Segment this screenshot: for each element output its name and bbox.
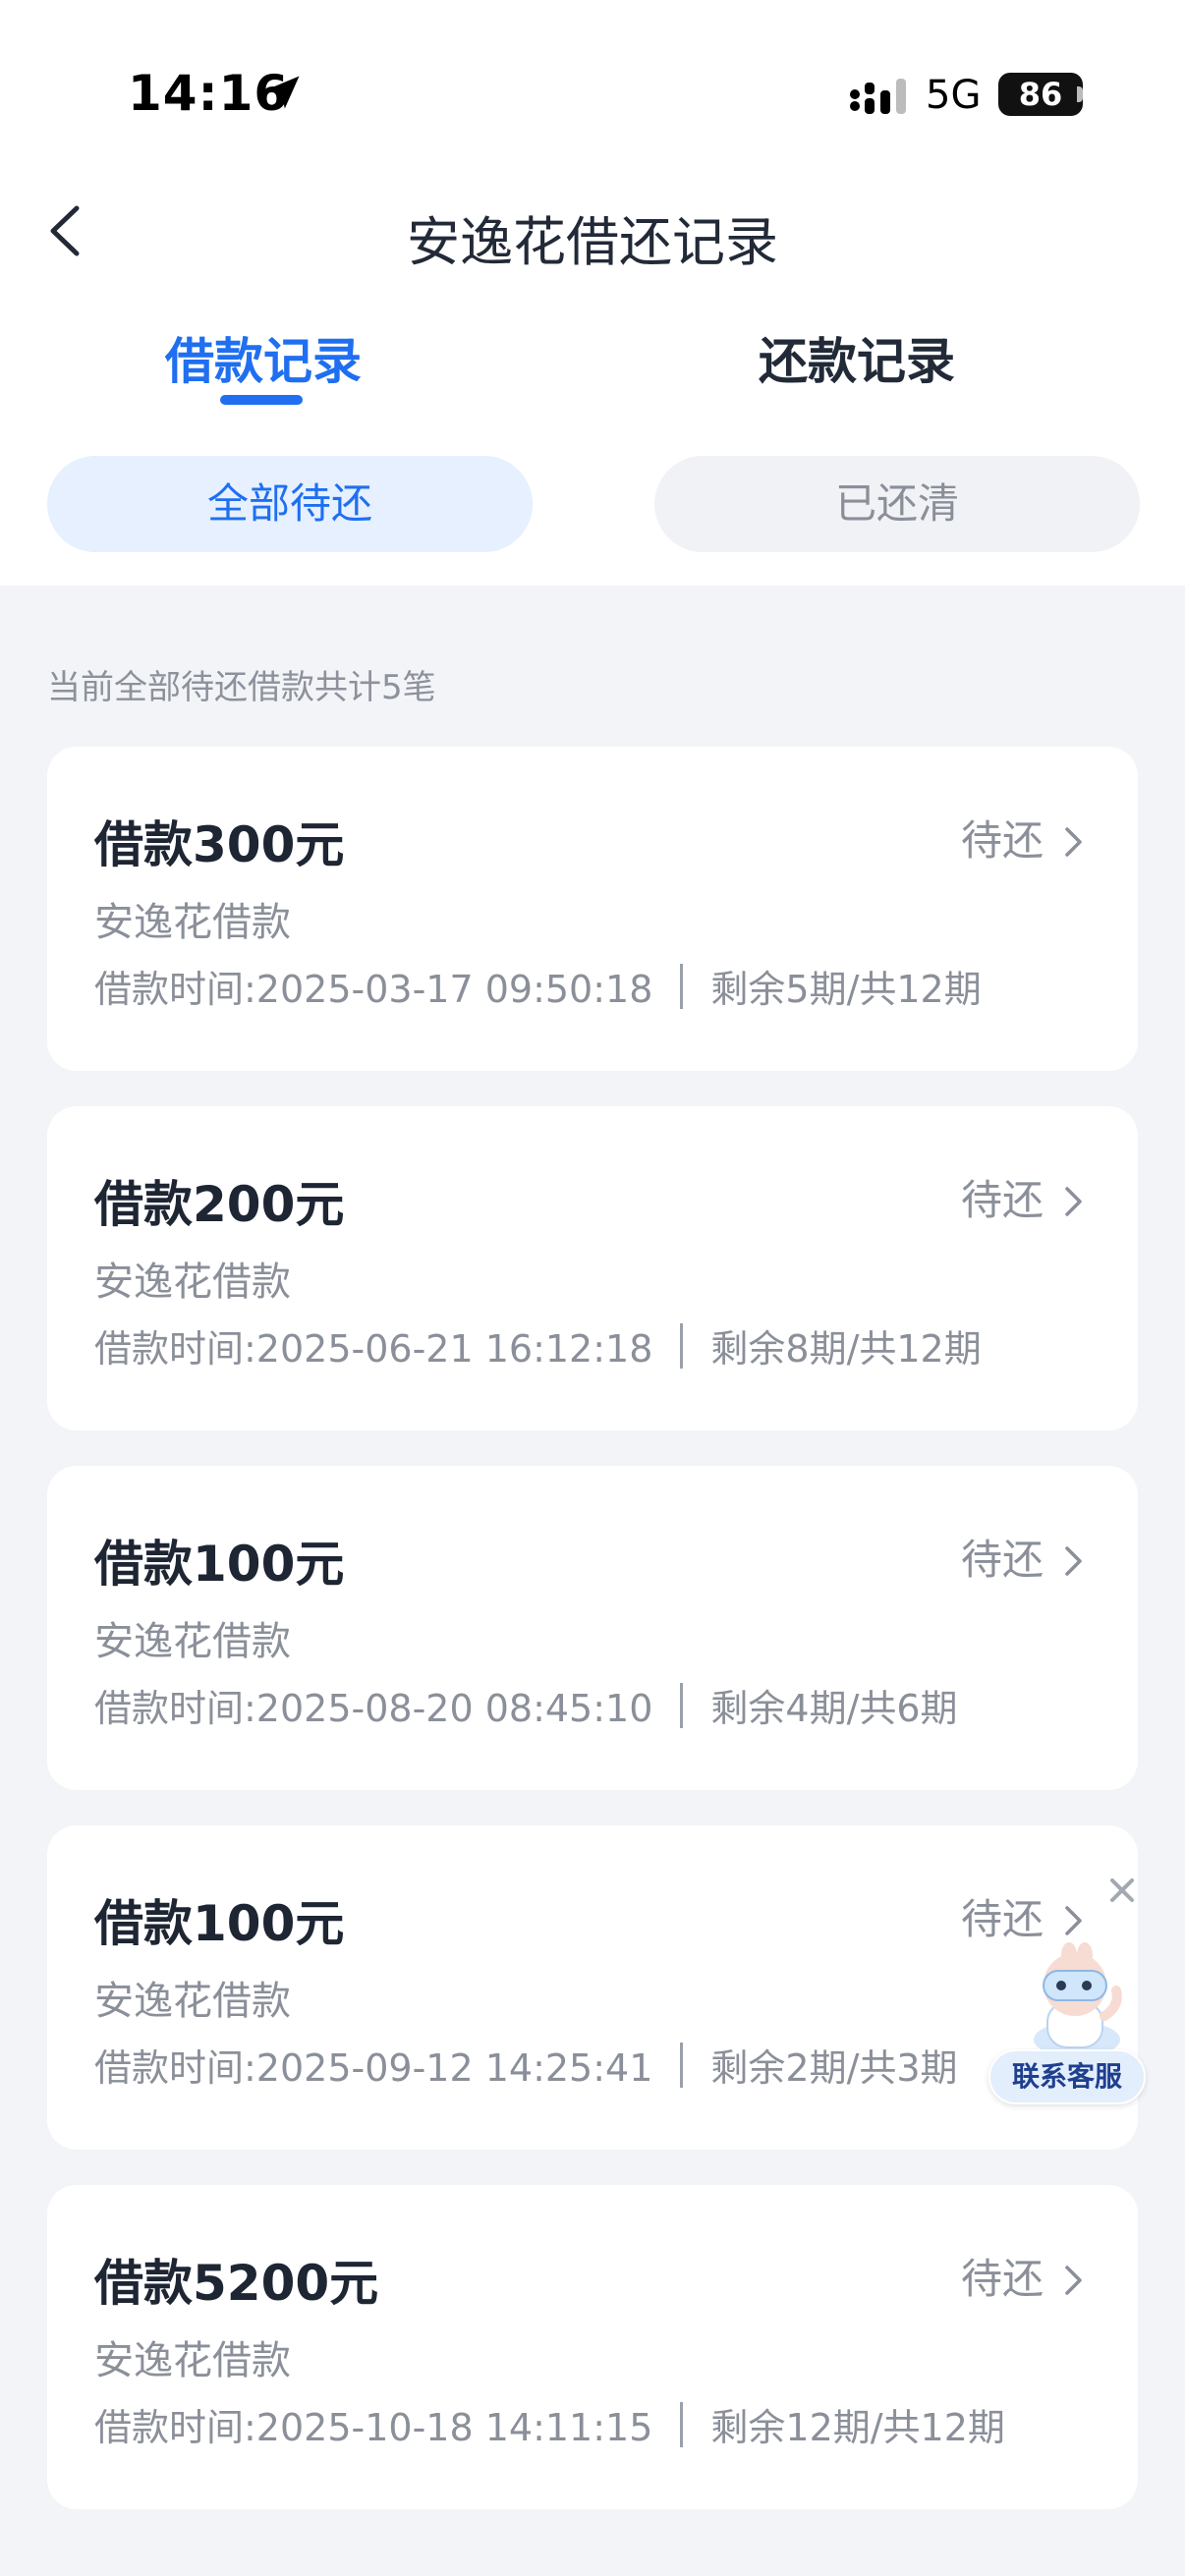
chevron-right-icon [1065, 1187, 1082, 1216]
loan-meta: 借款时间:2025-06-21 16:12:18 剩余8期/共12期 [94, 1318, 982, 1372]
loan-time: 借款时间:2025-08-20 08:45:10 [94, 1687, 653, 1730]
loan-card[interactable]: 借款300元 待还 安逸花借款 借款时间:2025-03-17 09:50:18… [47, 747, 1138, 1071]
loan-card[interactable]: 借款5200元 待还 安逸花借款 借款时间:2025-10-18 14:11:1… [47, 2185, 1138, 2509]
loan-time: 借款时间:2025-03-17 09:50:18 [94, 968, 653, 1011]
meta-divider [680, 2401, 684, 2447]
loan-meta: 借款时间:2025-09-12 14:25:41 剩余2期/共3期 [94, 2038, 958, 2092]
battery-level: 86 [998, 73, 1083, 116]
loan-product: 安逸花借款 [94, 900, 291, 945]
loan-time: 借款时间:2025-09-12 14:25:41 [94, 2046, 653, 2090]
loan-status: 待还 [960, 1895, 1044, 1943]
chevron-right-icon [1065, 1546, 1082, 1576]
contact-service-button[interactable]: 联系客服 [988, 2049, 1146, 2104]
loan-status: 待还 [960, 1536, 1044, 1584]
loan-meta: 借款时间:2025-03-17 09:50:18 剩余5期/共12期 [94, 959, 982, 1013]
loan-periods: 剩余2期/共3期 [710, 2046, 958, 2090]
loan-product: 安逸花借款 [94, 2338, 291, 2383]
loan-amount: 借款200元 [94, 1176, 345, 1233]
meta-divider [680, 1322, 684, 1369]
tab-borrow-records[interactable]: 借款记录 [165, 322, 362, 393]
battery-cap-icon [1077, 86, 1083, 102]
page-title: 安逸花借还记录 [407, 211, 778, 273]
loan-amount: 借款100元 [94, 1895, 345, 1952]
mascot-icon[interactable] [1018, 1941, 1136, 2057]
loan-amount: 借款5200元 [94, 2255, 379, 2312]
loan-product: 安逸花借款 [94, 1260, 291, 1305]
loan-amount: 借款300元 [94, 816, 345, 873]
meta-divider [680, 2042, 684, 2088]
loan-periods: 剩余8期/共12期 [710, 1327, 982, 1371]
network-type: 5G [926, 73, 982, 118]
loan-time: 借款时间:2025-10-18 14:11:15 [94, 2406, 653, 2449]
loan-meta: 借款时间:2025-10-18 14:11:15 剩余12期/共12期 [94, 2397, 1005, 2451]
close-icon[interactable] [1104, 1873, 1140, 1908]
filter-pending-button[interactable]: 全部待还 [47, 456, 533, 552]
loan-meta: 借款时间:2025-08-20 08:45:10 剩余4期/共6期 [94, 1678, 958, 1732]
loan-product: 安逸花借款 [94, 1979, 291, 2024]
loan-periods: 剩余4期/共6期 [710, 1687, 958, 1730]
filter-cleared-button[interactable]: 已还清 [654, 456, 1140, 552]
loan-periods: 剩余5期/共12期 [710, 968, 982, 1011]
loan-product: 安逸花借款 [94, 1619, 291, 1664]
location-arrow-icon [266, 76, 300, 109]
cellular-signal-icon [850, 79, 906, 114]
loan-time: 借款时间:2025-06-21 16:12:18 [94, 1327, 653, 1371]
chevron-right-icon [1065, 2266, 1082, 2295]
loan-periods: 剩余12期/共12期 [710, 2406, 1005, 2449]
loan-status: 待还 [960, 1176, 1044, 1224]
chevron-right-icon [1065, 827, 1082, 857]
loan-summary: 当前全部待还借款共计5笔 [47, 668, 436, 707]
tab-active-indicator [220, 395, 303, 405]
chevron-right-icon [1065, 1906, 1082, 1935]
loan-status: 待还 [960, 2255, 1044, 2303]
loan-card[interactable]: 借款200元 待还 安逸花借款 借款时间:2025-06-21 16:12:18… [47, 1106, 1138, 1430]
loan-amount: 借款100元 [94, 1536, 345, 1593]
loan-card[interactable]: 借款100元 待还 安逸花借款 借款时间:2025-09-12 14:25:41… [47, 1825, 1138, 2150]
loan-status: 待还 [960, 816, 1044, 865]
tab-repay-records[interactable]: 还款记录 [759, 322, 955, 393]
meta-divider [680, 963, 684, 1009]
meta-divider [680, 1682, 684, 1728]
loan-card[interactable]: 借款100元 待还 安逸花借款 借款时间:2025-08-20 08:45:10… [47, 1466, 1138, 1790]
